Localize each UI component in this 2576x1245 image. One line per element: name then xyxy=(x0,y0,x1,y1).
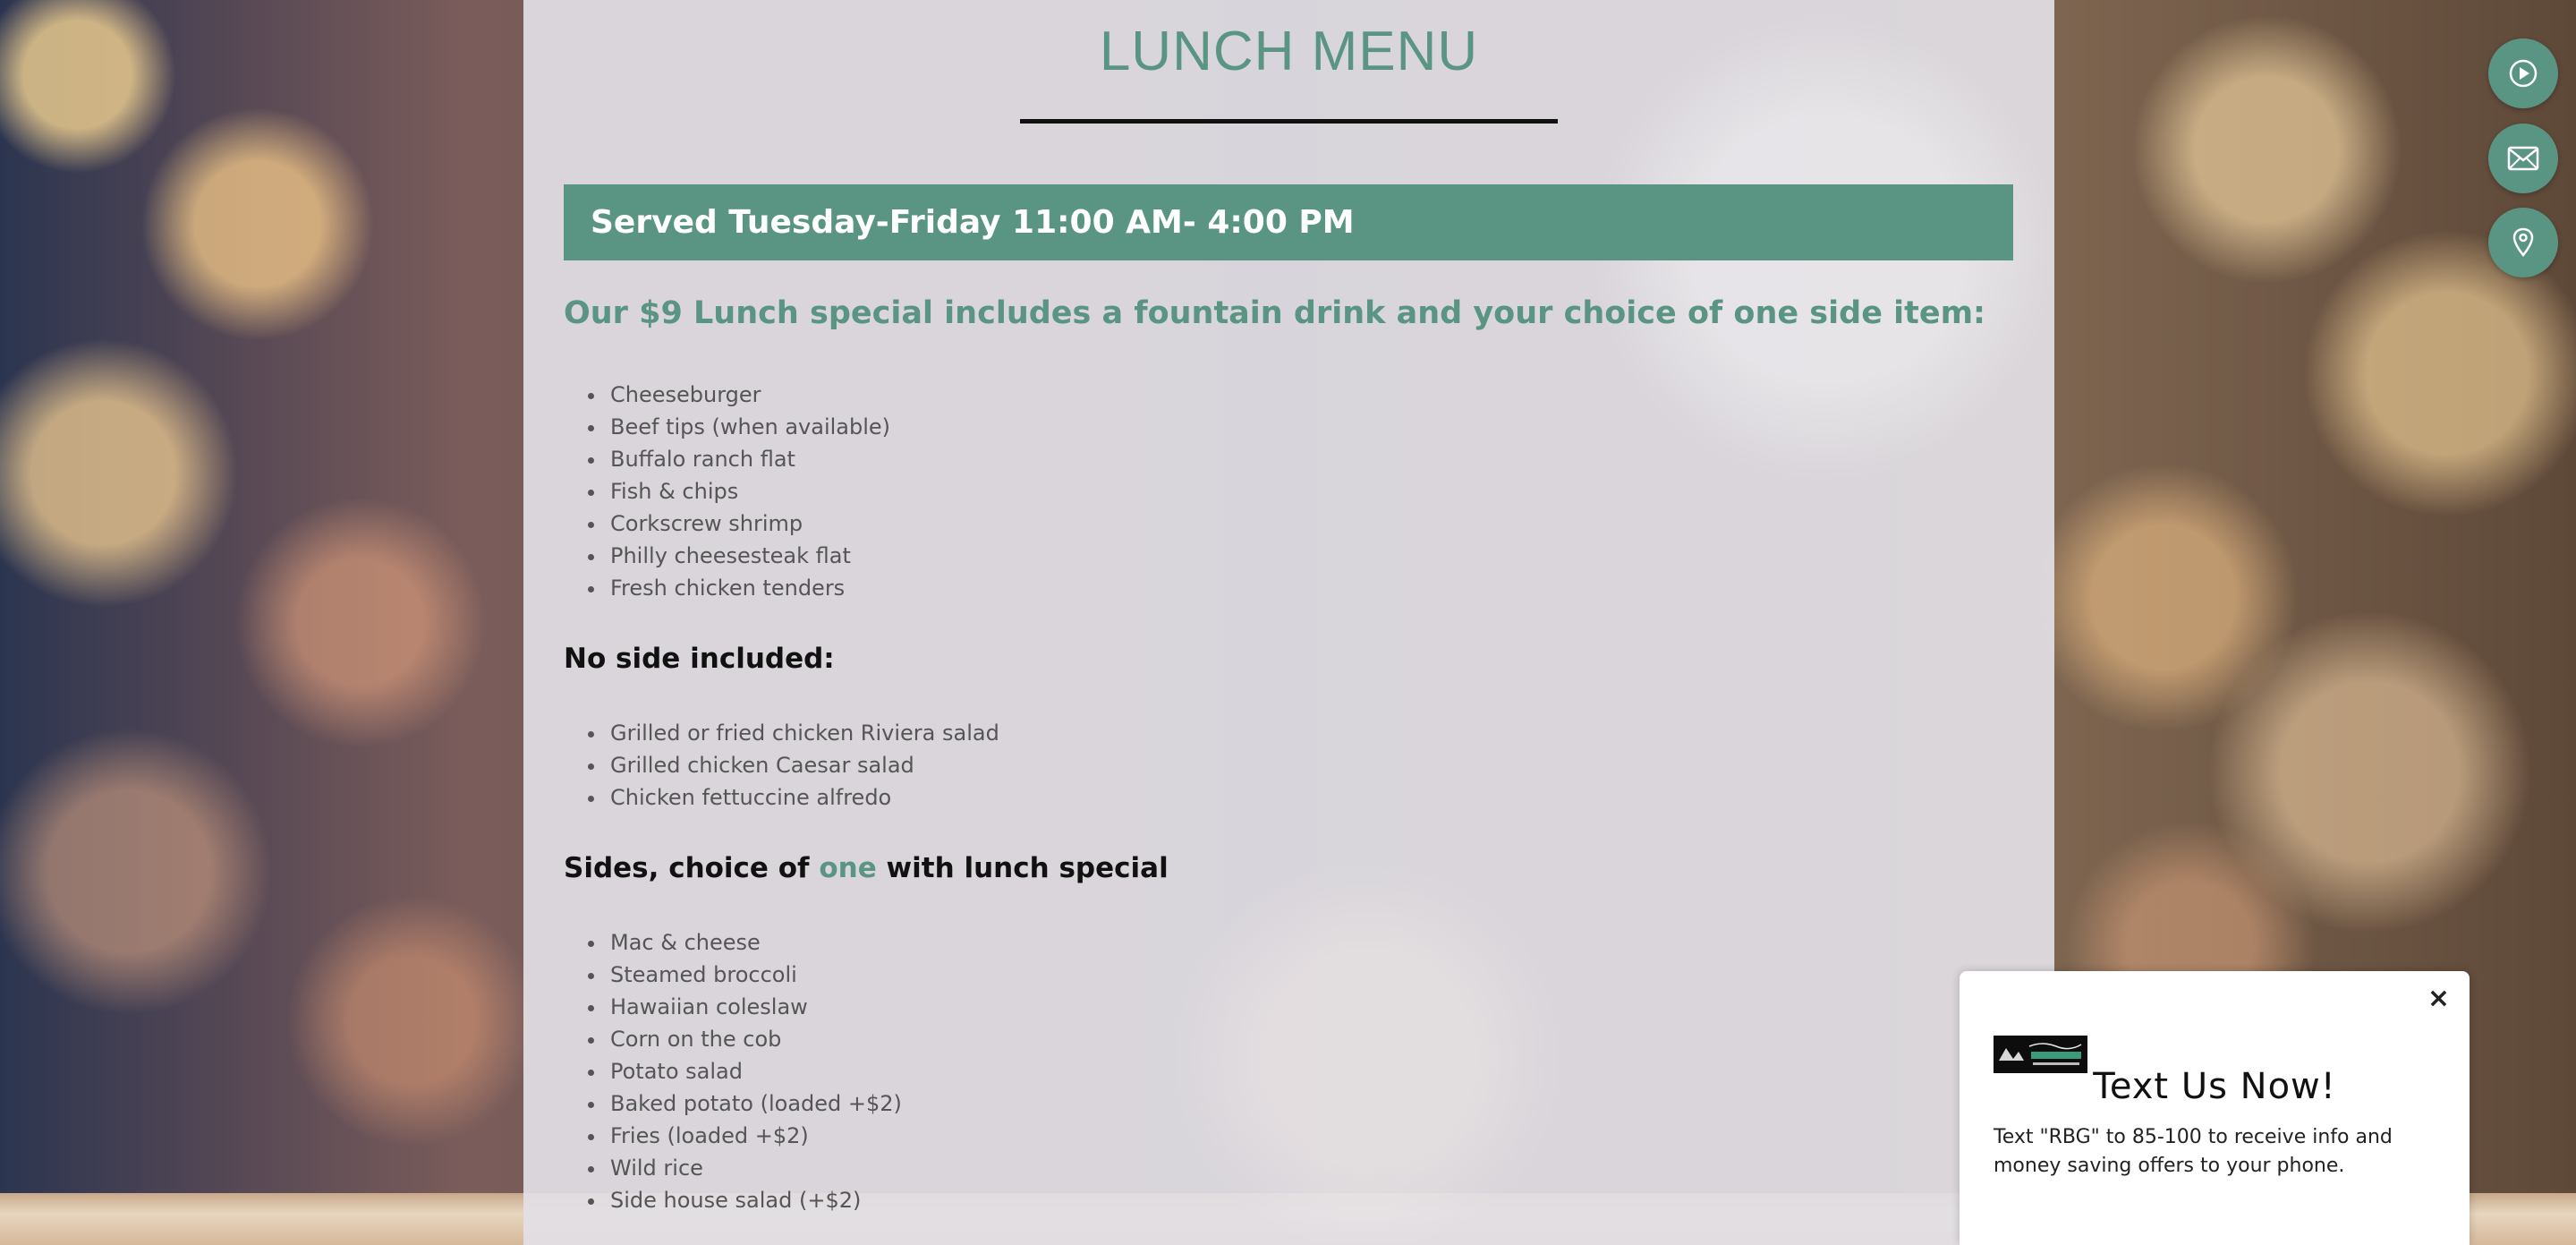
list-item: Fresh chicken tenders xyxy=(607,572,890,604)
play-video-button[interactable] xyxy=(2488,38,2558,108)
email-button[interactable] xyxy=(2488,124,2558,193)
list-item: Baked potato (loaded +$2) xyxy=(607,1087,902,1120)
list-item: Corkscrew shrimp xyxy=(607,507,890,540)
list-item: Side house salad (+$2) xyxy=(607,1184,902,1216)
served-hours-text: Served Tuesday-Friday 11:00 AM- 4:00 PM xyxy=(591,204,1355,241)
menu-panel: LUNCH MENU Served Tuesday-Friday 11:00 A… xyxy=(523,0,2054,1245)
popup-title: Text Us Now! xyxy=(2093,1066,2336,1107)
list-item: Corn on the cob xyxy=(607,1023,902,1055)
served-hours-banner: Served Tuesday-Friday 11:00 AM- 4:00 PM xyxy=(564,184,2013,260)
list-item: Hawaiian coleslaw xyxy=(607,991,902,1023)
text-us-popup: × Text Us Now! Text "RBG" to 85-100 to r… xyxy=(1960,971,2470,1245)
mail-icon xyxy=(2507,146,2539,171)
list-item: Buffalo ranch flat xyxy=(607,443,890,475)
list-item: Philly cheesesteak flat xyxy=(607,540,890,572)
play-icon xyxy=(2509,59,2538,88)
list-item: Wild rice xyxy=(607,1152,902,1184)
list-item: Mac & cheese xyxy=(607,926,902,959)
no-side-list: Grilled or fried chicken Riviera salad G… xyxy=(586,717,999,814)
location-button[interactable] xyxy=(2488,208,2558,277)
list-item: Fish & chips xyxy=(607,475,890,507)
list-item: Chicken fettuccine alfredo xyxy=(607,781,999,814)
sides-heading: Sides, choice of one with lunch special xyxy=(564,852,1169,884)
popup-body-text: Text "RBG" to 85-100 to receive info and… xyxy=(1994,1126,2393,1177)
list-item: Beef tips (when available) xyxy=(607,411,890,443)
list-item: Cheeseburger xyxy=(607,379,890,411)
title-divider xyxy=(1020,119,1558,124)
list-item: Potato salad xyxy=(607,1055,902,1087)
no-side-heading: No side included: xyxy=(564,643,835,675)
page-title: LUNCH MENU xyxy=(1099,21,1479,82)
sides-heading-before: Sides, choice of xyxy=(564,852,820,884)
lunch-special-heading: Our $9 Lunch special includes a fountain… xyxy=(564,295,1986,331)
sides-list: Mac & cheese Steamed broccoli Hawaiian c… xyxy=(586,926,902,1216)
list-item: Fries (loaded +$2) xyxy=(607,1120,902,1152)
sides-heading-accent: one xyxy=(819,852,877,884)
sides-heading-after: with lunch special xyxy=(876,852,1169,884)
list-item: Grilled chicken Caesar salad xyxy=(607,749,999,781)
close-icon[interactable]: × xyxy=(2427,985,2450,1012)
list-item: Grilled or fried chicken Riviera salad xyxy=(607,717,999,749)
location-pin-icon xyxy=(2512,227,2534,257)
list-item: Steamed broccoli xyxy=(607,959,902,991)
lunch-special-list: Cheeseburger Beef tips (when available) … xyxy=(586,379,890,604)
